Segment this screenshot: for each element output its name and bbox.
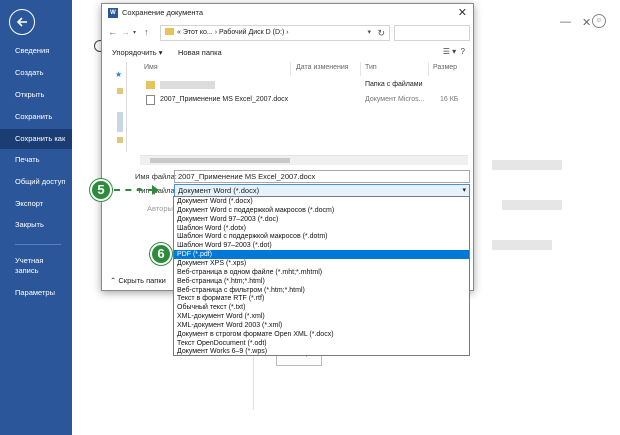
organize-button[interactable]: Упорядочить ▾ [112, 48, 162, 57]
column-divider [360, 62, 361, 76]
view-options-icon[interactable]: ☰ ▾ ? [443, 47, 465, 56]
file-type: Папка с файлами [365, 81, 423, 88]
filename-input[interactable]: 2007_Применение MS Excel_2007.docx [174, 170, 470, 183]
dialog-toolbar: Упорядочить ▾ Новая папка ☰ ▾ ? [102, 44, 473, 62]
refresh-icon[interactable]: ↻ [377, 26, 385, 40]
authors-label: Авторы [147, 204, 173, 213]
chevron-up-icon: ⌃ [110, 276, 117, 285]
sidebar-item-save-as[interactable]: Сохранить как [0, 129, 72, 149]
back-icon[interactable]: ← [108, 27, 117, 37]
nav-folder-icon[interactable] [117, 137, 123, 143]
folder-icon [165, 28, 174, 35]
file-row-folder[interactable]: Папка с файлами [140, 78, 468, 92]
forward-icon[interactable]: → [121, 27, 130, 37]
blurred-region [492, 240, 552, 250]
sidebar-item-info[interactable]: Сведения [0, 41, 72, 61]
new-folder-button[interactable]: Новая папка [178, 48, 222, 57]
nav-folder-icon[interactable] [117, 88, 123, 94]
sidebar-item-new[interactable]: Создать [0, 63, 72, 83]
filename-label: Имя файла: [135, 172, 177, 181]
up-icon[interactable]: ↑ [144, 27, 149, 37]
back-arrow-icon[interactable] [9, 9, 35, 35]
horizontal-scrollbar[interactable] [140, 155, 468, 165]
address-bar[interactable]: « Этот ко... › Рабочий Диск D (D:) › ▾ ↻ [160, 25, 390, 41]
file-size: 16 КБ [440, 96, 459, 103]
blurred-name [160, 81, 215, 89]
blurred-region [492, 160, 562, 170]
folder-icon [146, 81, 155, 89]
close-window-icon[interactable]: ✕ [582, 16, 591, 29]
step-6-badge: 6 [150, 243, 172, 265]
sidebar-item-print[interactable]: Печать [0, 150, 72, 170]
chevron-down-icon[interactable]: ▾ [462, 185, 466, 196]
file-row-docx[interactable]: 2007_Применение MS Excel_2007.docx Докум… [140, 93, 468, 107]
quick-access-star-icon[interactable]: ★ [115, 70, 122, 79]
address-dropdown-icon[interactable]: ▾ [367, 26, 371, 40]
sidebar-divider [15, 244, 61, 245]
file-list: Имя Дата изменения Тип Размер Папка с фа… [140, 62, 468, 157]
column-date[interactable]: Дата изменения [296, 64, 349, 71]
sidebar-item-account-line2[interactable]: запись [0, 265, 72, 277]
search-input[interactable] [394, 25, 470, 41]
feedback-smiley-icon[interactable]: ☺ [592, 14, 606, 28]
document-icon [146, 95, 155, 105]
hide-folders-button[interactable]: ⌃ Скрыть папки [110, 276, 166, 285]
dialog-titlebar: W Сохранение документа ✕ [102, 4, 473, 22]
hide-folders-label: Скрыть папки [118, 276, 166, 285]
sidebar-item-export[interactable]: Экспорт [0, 194, 72, 214]
dialog-close-icon[interactable]: ✕ [458, 6, 467, 19]
column-size[interactable]: Размер [433, 64, 457, 71]
filetype-dropdown-list: Документ Word (*.docx) Документ Word с по… [173, 196, 470, 356]
blurred-region [502, 200, 562, 210]
filetype-value: Документ Word (*.docx) [178, 186, 260, 195]
sidebar-item-open[interactable]: Открыть [0, 85, 72, 105]
column-divider [290, 62, 291, 76]
minimize-icon[interactable]: — [560, 16, 571, 28]
dialog-navbar: ← → ▾ ↑ « Этот ко... › Рабочий Диск D (D… [102, 22, 473, 44]
file-type: Документ Micros... [365, 96, 425, 103]
column-divider [428, 62, 429, 76]
scrollbar-thumb[interactable] [150, 158, 290, 163]
step-5-arrow [114, 189, 154, 191]
column-type[interactable]: Тип [365, 64, 377, 71]
backstage-sidebar: Сведения Создать Открыть Сохранить Сохра… [0, 0, 72, 435]
filetype-option[interactable]: Документ Works 6–9 (*.wps) [174, 347, 469, 356]
sidebar-item-save[interactable]: Сохранить [0, 107, 72, 127]
step-5-badge: 5 [90, 179, 112, 201]
file-name: 2007_Применение MS Excel_2007.docx [160, 96, 289, 103]
nav-folder-icon[interactable] [117, 112, 123, 132]
sidebar-item-share[interactable]: Общий доступ [0, 172, 72, 192]
word-icon: W [108, 8, 118, 18]
dialog-title: Сохранение документа [122, 8, 204, 17]
step-5-arrow-head [152, 185, 159, 195]
navigation-pane: ★ [113, 62, 127, 152]
address-path: « Этот ко... › Рабочий Диск D (D:) › [177, 29, 289, 36]
sidebar-item-options[interactable]: Параметры [0, 283, 72, 303]
sidebar-item-close[interactable]: Закрыть [0, 215, 72, 235]
recent-dropdown-icon[interactable]: ▾ [133, 29, 136, 36]
column-name[interactable]: Имя [144, 64, 158, 71]
